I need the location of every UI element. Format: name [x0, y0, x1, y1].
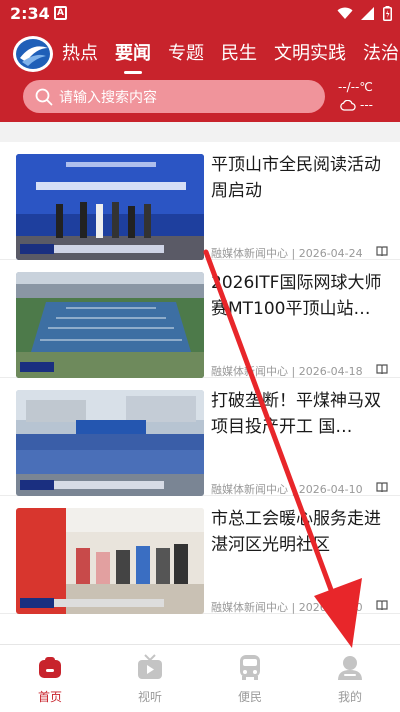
tv-icon	[138, 654, 162, 679]
news-date: 2026-04-10	[298, 601, 363, 614]
news-source: 融媒体新闻中心	[211, 601, 288, 614]
news-item[interactable]: 市总工会暖心服务走进湛河区光明社区 融媒体新闻中心 | 2026-04-10	[0, 496, 400, 614]
weather-condition: ---	[360, 98, 373, 112]
news-source: 融媒体新闻中心	[211, 483, 288, 496]
signal-icon	[361, 7, 374, 20]
bottom-tab-profile[interactable]: 我的	[300, 645, 400, 712]
news-date: 2026-04-18	[298, 365, 363, 378]
news-title: 市总工会暖心服务走进湛河区光明社区	[211, 509, 381, 555]
bottom-tab-services-label: 便民	[237, 690, 262, 704]
bottom-nav: 首页 视听 便民 我的	[0, 644, 400, 712]
book-icon	[376, 600, 388, 611]
news-item[interactable]: 打破垄断！平煤神马双项目投产开工 国… 融媒体新闻中心 | 2026-04-10	[0, 378, 400, 496]
app-header: 2:34 A 热点 要闻 专题 民生 文明实践 法治 请输入搜索内容 --/--…	[0, 0, 400, 122]
tab-topics[interactable]: 专题	[168, 40, 204, 74]
category-tabs: 热点 要闻 专题 民生 文明实践 法治	[62, 40, 400, 74]
news-thumbnail	[16, 390, 204, 496]
book-icon	[376, 364, 388, 375]
tab-news[interactable]: 要闻	[115, 40, 151, 74]
status-time: 2:34	[10, 4, 50, 23]
news-thumbnail	[16, 508, 204, 614]
home-icon	[39, 657, 61, 678]
book-icon	[376, 482, 388, 493]
status-bar: 2:34 A	[0, 0, 400, 28]
book-icon	[376, 246, 388, 257]
news-meta: 融媒体新闻中心 | 2026-04-24	[211, 247, 363, 260]
bottom-tab-services[interactable]: 便民	[200, 645, 300, 712]
news-meta: 融媒体新闻中心 | 2026-04-10	[211, 601, 363, 614]
search-icon	[35, 88, 53, 105]
tab-livelihood[interactable]: 民生	[221, 40, 257, 74]
cloud-icon	[340, 99, 356, 111]
bottom-tab-media[interactable]: 视听	[100, 645, 200, 712]
notification-a-icon: A	[54, 6, 67, 20]
bus-icon	[240, 655, 260, 680]
user-icon	[338, 656, 362, 680]
news-list: 平顶山市全民阅读活动周启动 融媒体新闻中心 | 2026-04-24 2026I…	[0, 142, 400, 644]
news-thumbnail	[16, 272, 204, 378]
battery-icon	[383, 6, 392, 21]
tab-law[interactable]: 法治	[363, 40, 399, 74]
news-date: 2026-04-24	[298, 247, 363, 260]
news-source: 融媒体新闻中心	[211, 365, 288, 378]
news-meta: 融媒体新闻中心 | 2026-04-10	[211, 483, 363, 496]
search-input[interactable]: 请输入搜索内容	[23, 80, 325, 113]
wifi-icon	[337, 7, 353, 19]
tab-hot[interactable]: 热点	[62, 40, 98, 74]
tab-civilization[interactable]: 文明实践	[274, 40, 346, 74]
app-logo[interactable]	[12, 34, 54, 74]
weather-temperature: --/--℃	[338, 80, 373, 94]
news-title: 打破垄断！平煤神马双项目投产开工 国…	[211, 391, 381, 437]
search-placeholder: 请输入搜索内容	[59, 89, 157, 106]
bottom-tab-home-label: 首页	[37, 690, 62, 704]
bottom-tab-home[interactable]: 首页	[0, 645, 100, 712]
news-title: 2026ITF国际网球大师赛MT100平顶山站…	[211, 273, 382, 319]
news-date: 2026-04-10	[298, 483, 363, 496]
news-meta: 融媒体新闻中心 | 2026-04-18	[211, 365, 363, 378]
bottom-tab-media-label: 视听	[137, 690, 162, 704]
news-item[interactable]: 平顶山市全民阅读活动周启动 融媒体新闻中心 | 2026-04-24	[0, 142, 400, 260]
news-item[interactable]: 2026ITF国际网球大师赛MT100平顶山站… 融媒体新闻中心 | 2026-…	[0, 260, 400, 378]
news-title: 平顶山市全民阅读活动周启动	[211, 155, 381, 201]
news-source: 融媒体新闻中心	[211, 247, 288, 260]
news-thumbnail	[16, 154, 204, 260]
bottom-tab-profile-label: 我的	[337, 690, 362, 704]
